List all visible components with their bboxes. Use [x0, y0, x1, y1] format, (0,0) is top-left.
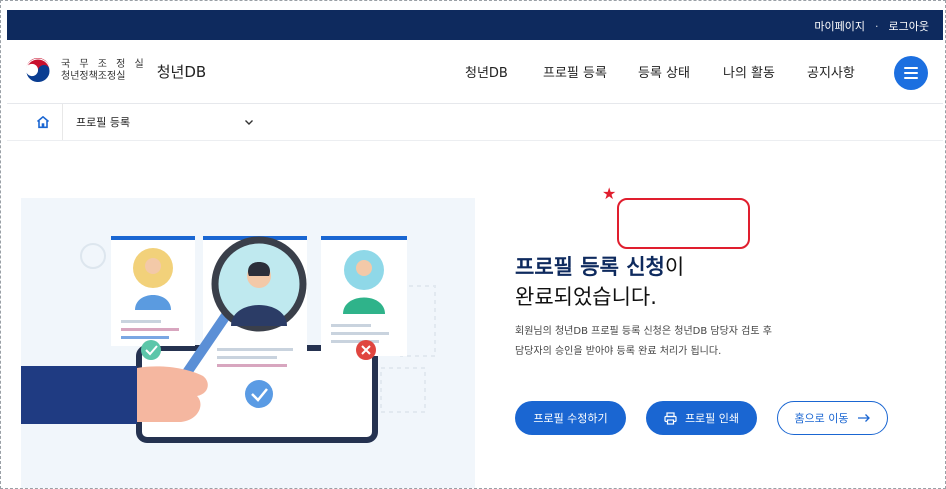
main-nav: 청년DB 프로필 등록 등록 상태 나의 활동 공지사항: [465, 62, 887, 81]
home-button[interactable]: [23, 104, 63, 140]
title-suffix: 이: [664, 255, 685, 279]
logout-link[interactable]: 로그아웃: [889, 18, 929, 34]
profile-review-illustration: [21, 198, 475, 488]
annotation-star: ★: [602, 184, 617, 203]
completion-card: 프로필 등록 신청이 완료되었습니다. 회원님의 청년DB 프로필 등록 신청은…: [21, 198, 927, 488]
title-highlight: 프로필 등록 신청: [515, 255, 665, 279]
separator: ·: [875, 19, 879, 33]
mypage-link[interactable]: 마이페이지: [814, 18, 865, 34]
top-utility-bar: 마이페이지 · 로그아웃: [7, 10, 943, 40]
org-name: 국 무 조 정 실 청년정책조정실: [61, 59, 147, 83]
edit-profile-button[interactable]: 프로필 수정하기: [515, 401, 626, 435]
print-profile-button[interactable]: 프로필 인쇄: [646, 401, 757, 435]
nav-item-register-status[interactable]: 등록 상태: [638, 62, 723, 81]
go-home-button[interactable]: 홈으로 이동: [777, 401, 888, 435]
hamburger-menu-button[interactable]: [894, 56, 928, 90]
org-line1: 국 무 조 정 실: [61, 59, 147, 70]
completion-title-line2: 완료되었습니다.: [515, 285, 657, 309]
completion-title: 프로필 등록 신청이: [515, 251, 684, 281]
printer-icon: [664, 411, 677, 425]
arrow-right-icon: [857, 414, 870, 422]
nav-item-notice[interactable]: 공지사항: [807, 62, 887, 81]
chevron-down-icon[interactable]: [243, 116, 255, 128]
page-frame: 마이페이지 · 로그아웃 국 무 조 정 실 청년정책조정실 청년DB 청년DB…: [0, 0, 946, 489]
description-line1: 회원님의 청년DB 프로필 등록 신청은 청년DB 담당자 검토 후: [515, 326, 772, 337]
description-line2: 담당자의 승인을 받아야 등록 완료 처리가 됩니다.: [515, 346, 722, 357]
taegeuk-emblem-icon: [24, 57, 52, 85]
print-button-highlight: [617, 198, 750, 249]
edit-profile-label: 프로필 수정하기: [533, 412, 608, 425]
org-line2: 청년정책조정실: [61, 71, 126, 82]
site-logo[interactable]: 국 무 조 정 실 청년정책조정실 청년DB: [23, 56, 206, 86]
home-icon: [36, 116, 49, 129]
site-header: 국 무 조 정 실 청년정책조정실 청년DB 청년DB 프로필 등록 등록 상태…: [7, 40, 943, 104]
header-divider: [7, 140, 943, 141]
print-profile-label: 프로필 인쇄: [684, 412, 740, 425]
brand-name: 청년DB: [156, 62, 207, 81]
breadcrumb: 프로필 등록: [23, 104, 263, 140]
hamburger-icon: [904, 67, 918, 69]
go-home-label: 홈으로 이동: [794, 412, 849, 425]
nav-item-youthdb[interactable]: 청년DB: [465, 62, 543, 81]
completion-description: 회원님의 청년DB 프로필 등록 신청은 청년DB 담당자 검토 후 담당자의 …: [515, 322, 815, 362]
breadcrumb-current[interactable]: 프로필 등록: [63, 114, 243, 130]
nav-item-my-activity[interactable]: 나의 활동: [723, 62, 807, 81]
nav-item-profile-register[interactable]: 프로필 등록: [543, 62, 638, 81]
